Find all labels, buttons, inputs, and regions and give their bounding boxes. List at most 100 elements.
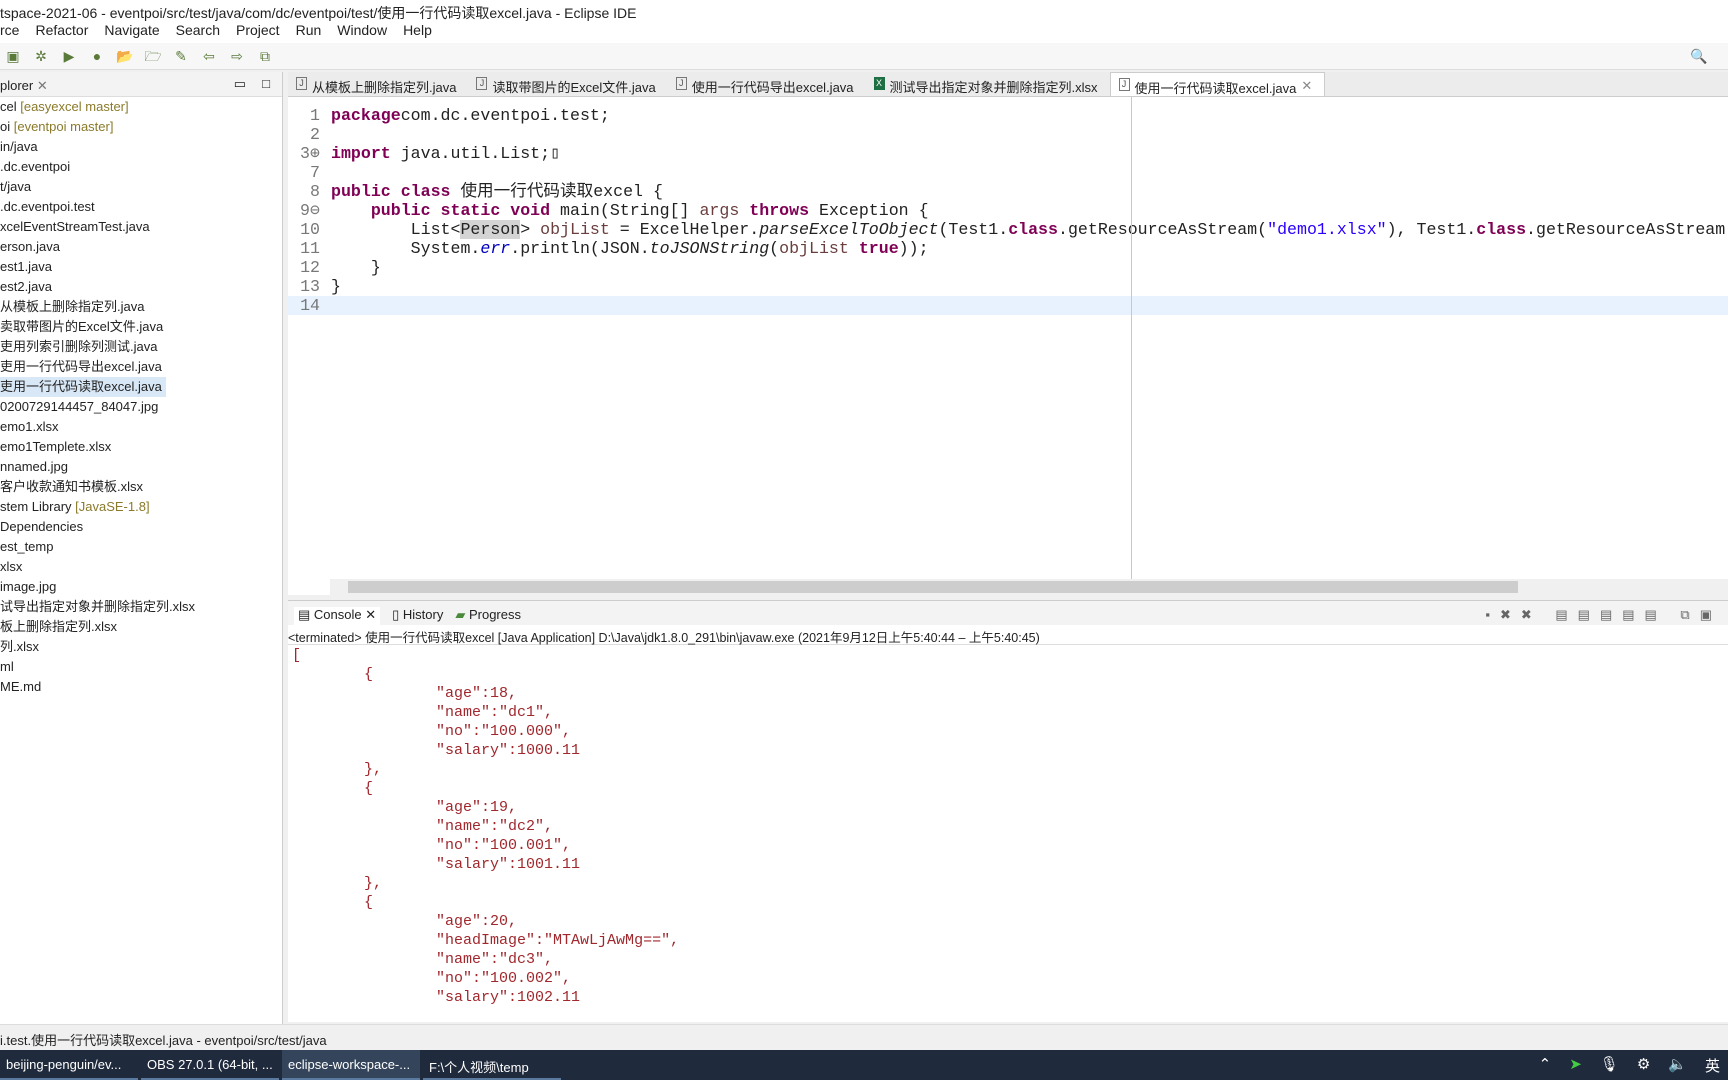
tree-item[interactable]: 吏用一行代码导出excel.java	[0, 359, 162, 374]
tree-item[interactable]: 从模板上删除指定列.java	[0, 299, 144, 314]
menu-item[interactable]: Navigate	[104, 22, 159, 38]
microphone-icon[interactable]: 🎙	[1600, 1055, 1619, 1076]
editor-tab[interactable]: J 读取带图片的Excel文件.java	[468, 72, 667, 96]
tree-item[interactable]: 客户收款通知书模板.xlsx	[0, 479, 143, 494]
tree-row[interactable]: ml	[0, 657, 282, 677]
tree-item[interactable]: erson.java	[0, 239, 60, 254]
tree-row[interactable]: 列.xlsx	[0, 637, 282, 657]
menu-item[interactable]: Help	[403, 22, 432, 38]
tree-row[interactable]: 吏用一行代码读取excel.java	[0, 377, 282, 397]
tree-item[interactable]: t/java	[0, 179, 31, 194]
tree-item[interactable]: ml	[0, 659, 14, 674]
tree-item[interactable]: emo1Templete.xlsx	[0, 439, 111, 454]
pin-icon[interactable]: ✎	[172, 47, 190, 65]
tree-row[interactable]: cel [easyexcel master]	[0, 97, 282, 117]
tree-row[interactable]: Dependencies	[0, 517, 282, 537]
minimize-icon[interactable]: ▭	[234, 76, 246, 92]
tree-item[interactable]: 板上删除指定列.xlsx	[0, 619, 117, 634]
tab-progress[interactable]: ▰ Progress	[455, 607, 521, 625]
tab-history[interactable]: ▯ History	[392, 607, 443, 625]
tree-item[interactable]: 吏用一行代码读取excel.java	[0, 377, 166, 397]
menu-item[interactable]: rce	[0, 22, 19, 38]
taskbar-item[interactable]: OBS 27.0.1 (64-bit, ...	[141, 1050, 279, 1080]
run-external-icon[interactable]: ●	[88, 47, 106, 65]
tree-row[interactable]: 客户收款通知书模板.xlsx	[0, 477, 282, 497]
open-perspective-icon[interactable]: ⧉	[256, 47, 274, 65]
tree-item[interactable]: 试导出指定对象并删除指定列.xlsx	[0, 599, 195, 614]
menu-item[interactable]: Run	[296, 22, 322, 38]
menu-item[interactable]: Window	[337, 22, 387, 38]
editor-tab[interactable]: J 使用一行代码读取excel.java ✕	[1109, 72, 1326, 96]
editor-tab[interactable]: J 使用一行代码导出excel.java	[668, 72, 866, 96]
maximize-icon[interactable]: □	[262, 76, 270, 91]
console-output[interactable]: [ { "age":18, "name":"dc1", "no":"100.00…	[288, 645, 1728, 1005]
tree-row[interactable]: 吏用列索引删除列测试.java	[0, 337, 282, 357]
ime-indicator[interactable]: 英	[1705, 1055, 1720, 1076]
tree-item[interactable]: Dependencies	[0, 519, 83, 534]
run-icon[interactable]: ▶	[60, 47, 78, 65]
tree-item[interactable]: oi [eventpoi master]	[0, 119, 113, 134]
open-folder-icon[interactable]: 🗁	[144, 47, 162, 65]
tree-row[interactable]: nnamed.jpg	[0, 457, 282, 477]
tree-row[interactable]: xlsx	[0, 557, 282, 577]
tree-row[interactable]: 0200729144457_84047.jpg	[0, 397, 282, 417]
taskbar-item[interactable]: eclipse-workspace-...	[282, 1050, 420, 1080]
tree-item[interactable]: cel [easyexcel master]	[0, 99, 129, 114]
tree-row[interactable]: .dc.eventpoi.test	[0, 197, 282, 217]
tree-item[interactable]: emo1.xlsx	[0, 419, 59, 434]
tree-row[interactable]: ME.md	[0, 677, 282, 697]
tree-item[interactable]: .dc.eventpoi	[0, 159, 70, 174]
taskbar-item[interactable]: beijing-penguin/ev...	[0, 1050, 138, 1080]
tree-row[interactable]: oi [eventpoi master]	[0, 117, 282, 137]
tree-row[interactable]: erson.java	[0, 237, 282, 257]
tree-item[interactable]: in/java	[0, 139, 38, 154]
menu-item[interactable]: Project	[236, 22, 280, 38]
forward-icon[interactable]: ⇨	[228, 47, 246, 65]
search-icon[interactable]: 🔍	[1690, 47, 1708, 65]
tree-item[interactable]: nnamed.jpg	[0, 459, 68, 474]
debug-icon[interactable]: ✲	[32, 47, 50, 65]
tree-item[interactable]: xlsx	[0, 559, 22, 574]
tree-item[interactable]: est1.java	[0, 259, 52, 274]
tree-row[interactable]: image.jpg	[0, 577, 282, 597]
tree-row[interactable]: emo1.xlsx	[0, 417, 282, 437]
tree-item[interactable]: .dc.eventpoi.test	[0, 199, 95, 214]
steam-icon[interactable]: ⚙	[1637, 1055, 1650, 1076]
scrollbar-thumb[interactable]	[348, 581, 1518, 593]
chevron-up-icon[interactable]: ⌃	[1539, 1055, 1552, 1076]
tree-item[interactable]: 列.xlsx	[0, 639, 39, 654]
send-icon[interactable]: ➤	[1569, 1055, 1582, 1076]
close-icon[interactable]: ✕	[1301, 78, 1312, 96]
tree-row[interactable]: .dc.eventpoi	[0, 157, 282, 177]
tree-item[interactable]: ME.md	[0, 679, 41, 694]
tree-row[interactable]: 卖取带图片的Excel文件.java	[0, 317, 282, 337]
tree-row[interactable]: est2.java	[0, 277, 282, 297]
tree-row[interactable]: in/java	[0, 137, 282, 157]
tree-item[interactable]: est2.java	[0, 279, 52, 294]
tree-row[interactable]: t/java	[0, 177, 282, 197]
tree-item[interactable]: 卖取带图片的Excel文件.java	[0, 319, 163, 334]
open-type-icon[interactable]: 📂	[116, 47, 134, 65]
tree-row[interactable]: 板上删除指定列.xlsx	[0, 617, 282, 637]
code-editor[interactable]: 1 packagecom.dc.eventpoi.test; 2 3⊕ import j…	[288, 97, 1728, 595]
tree-row[interactable]: 从模板上删除指定列.java	[0, 297, 282, 317]
editor-tab[interactable]: X 测试导出指定对象并删除指定列.xlsx	[866, 72, 1110, 96]
tree-row[interactable]: xcelEventStreamTest.java	[0, 217, 282, 237]
tree-row[interactable]: stem Library [JavaSE-1.8]	[0, 497, 282, 517]
tree-item[interactable]: image.jpg	[0, 579, 56, 594]
tree-item[interactable]: 吏用列索引删除列测试.java	[0, 339, 157, 354]
back-icon[interactable]: ⇦	[200, 47, 218, 65]
volume-icon[interactable]: 🔈	[1668, 1055, 1687, 1076]
tree-row[interactable]: 试导出指定对象并删除指定列.xlsx	[0, 597, 282, 617]
close-icon[interactable]: ✕	[37, 78, 48, 93]
tree-item[interactable]: xcelEventStreamTest.java	[0, 219, 150, 234]
editor-tab[interactable]: J 从模板上删除指定列.java	[288, 72, 468, 96]
tree-row[interactable]: est1.java	[0, 257, 282, 277]
tree-item[interactable]: est_temp	[0, 539, 53, 554]
tree-row[interactable]: 吏用一行代码导出excel.java	[0, 357, 282, 377]
tree-row[interactable]: emo1Templete.xlsx	[0, 437, 282, 457]
tab-console[interactable]: ▤ Console ✕	[294, 607, 381, 625]
menu-item[interactable]: Refactor	[35, 22, 88, 38]
tree-item[interactable]: stem Library [JavaSE-1.8]	[0, 499, 150, 514]
tree-item[interactable]: 0200729144457_84047.jpg	[0, 399, 158, 414]
